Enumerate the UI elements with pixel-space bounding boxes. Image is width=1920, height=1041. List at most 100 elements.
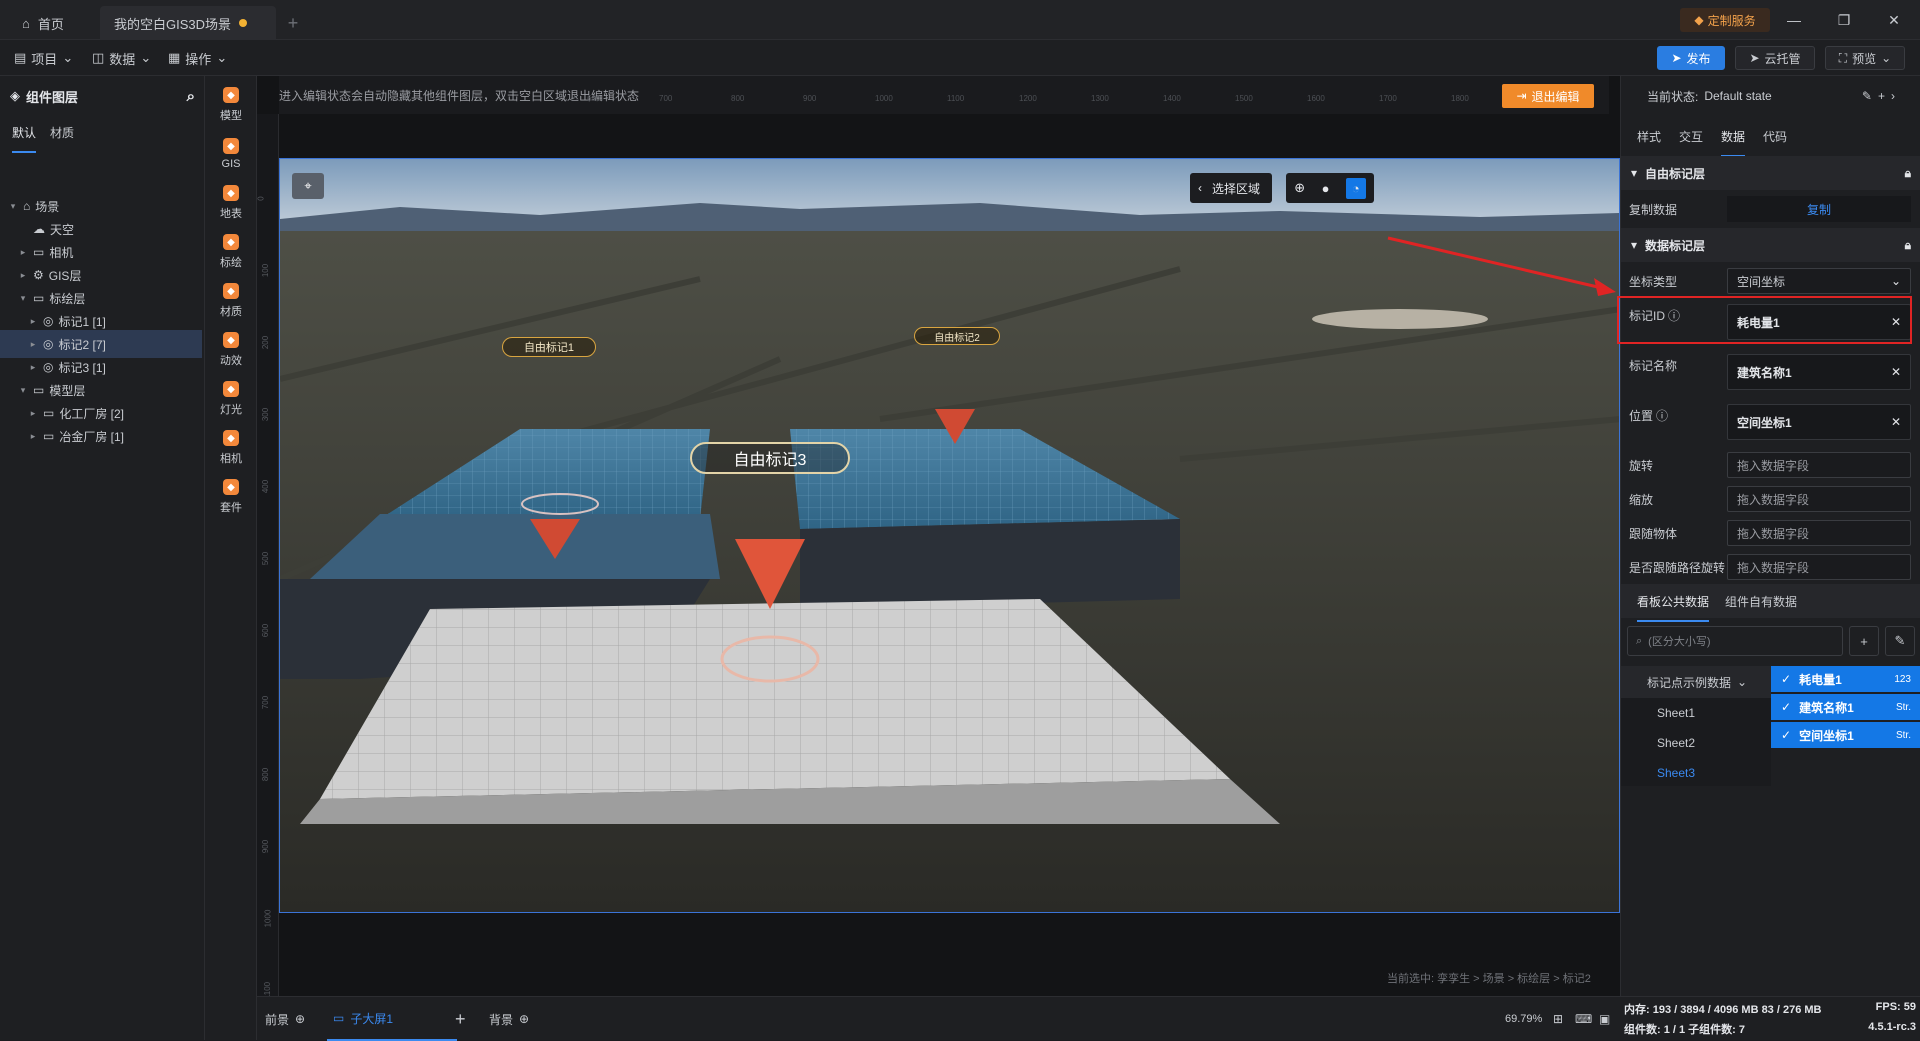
add-screen-button[interactable]: + [455, 997, 466, 1041]
scene-render [280, 159, 1619, 912]
cloud-hosting-button[interactable]: ➤ 云托管 [1735, 46, 1815, 70]
free-marker-3-label[interactable]: 自由标记3 [690, 442, 850, 474]
free-marker-1-label[interactable]: 自由标记1 [502, 337, 596, 357]
menu-data[interactable]: ◫ 数据 ⌄ [92, 40, 151, 76]
caret-icon[interactable]: ▸ [28, 431, 38, 442]
ruler-tick-label: 1100 [947, 94, 965, 103]
field-item-3[interactable]: ✓ 空间坐标1 Str. [1771, 722, 1920, 748]
caret-icon[interactable]: ▸ [28, 408, 38, 419]
tab-code[interactable]: 代码 [1763, 128, 1787, 145]
sheet-item-1[interactable]: Sheet1 [1621, 698, 1771, 728]
search-icon[interactable]: ⌕ [187, 88, 195, 105]
field-item-2[interactable]: ✓ 建筑名称1 Str. [1771, 694, 1920, 720]
scale-dropzone[interactable]: 拖入数据字段 [1727, 486, 1911, 512]
title-bar: ⌂ 首页 我的空白GIS3D场景 + ◆ 定制服务 — ❐ ✕ [0, 0, 1920, 40]
sphere-icon[interactable]: ● [1322, 181, 1330, 196]
ruler-tick-label: 100 [261, 263, 271, 278]
publish-button[interactable]: ➤ 发布 [1657, 46, 1725, 70]
tab-own-data[interactable]: 组件自有数据 [1725, 593, 1797, 610]
caret-icon[interactable]: ▸ [28, 362, 38, 373]
layer-tree-item[interactable]: ▸ ▭ 冶金厂房 [1] [0, 422, 202, 450]
terminal-icon[interactable]: ▣ [1599, 997, 1610, 1041]
ruler-tick-label: 900 [261, 839, 271, 854]
follow-dropzone[interactable]: 拖入数据字段 [1727, 520, 1911, 546]
follow-path-dropzone[interactable]: 拖入数据字段 [1727, 554, 1911, 580]
editor-canvas[interactable]: 进入编辑状态会自动隐藏其他组件图层，双击空白区域退出编辑状态 ⇥ 退出编辑 0 10… [257, 76, 1620, 999]
tab-home[interactable]: ⌂ 首页 [8, 6, 92, 40]
help-icon[interactable]: ⓘ [1656, 407, 1668, 424]
custom-service-button[interactable]: ◆ 定制服务 [1680, 8, 1770, 32]
menu-operate-label: 操作 [185, 51, 212, 67]
caret-icon[interactable]: ▾ [18, 385, 28, 396]
section-free-marker[interactable]: ▾ 自由标记层 🔒︎ [1621, 156, 1920, 190]
menu-project-label: 项目 [31, 51, 58, 67]
field-search-input[interactable]: ⌕ (区分大小写) [1627, 626, 1843, 656]
add-circle-icon[interactable]: ⊕ [519, 1012, 529, 1026]
caret-icon[interactable]: ▸ [28, 316, 38, 327]
sheet-item-2[interactable]: Sheet2 [1621, 728, 1771, 758]
menu-project[interactable]: ▤ 项目 ⌄ [14, 40, 73, 76]
add-data-button[interactable]: + [1849, 626, 1879, 656]
preview-button[interactable]: ⛶ 预览 ⌄ [1825, 46, 1905, 70]
caret-icon[interactable]: ▾ [18, 293, 28, 304]
camera-icon: ◆ [223, 430, 239, 446]
close-window-button[interactable]: ✕ [1872, 0, 1916, 40]
section-data-marker[interactable]: ▾ 数据标记层 🔒︎ [1621, 228, 1920, 262]
select-area-button[interactable]: ‹ 选择区域 [1190, 173, 1272, 203]
edit-data-button[interactable]: ✎ [1885, 626, 1915, 656]
rotate-dropzone[interactable]: 拖入数据字段 [1727, 452, 1911, 478]
menu-operate[interactable]: ▦ 操作 ⌄ [168, 40, 227, 76]
search-icon: ⌕ [1636, 634, 1643, 647]
tool-kit[interactable]: ◆ 套件 [205, 468, 257, 526]
dataset-list: 标记点示例数据 ⌄ Sheet1 Sheet2 Sheet3 [1621, 666, 1771, 786]
maximize-button[interactable]: ❐ [1822, 0, 1866, 40]
follow-path-row: 是否跟随路径旋转 拖入数据字段 [1621, 550, 1920, 584]
caret-icon[interactable]: ▸ [28, 339, 38, 350]
close-icon[interactable]: ✕ [1891, 365, 1901, 379]
sky-icon: ☁ [33, 222, 45, 236]
3d-scene-viewport[interactable]: ⌖ ‹ 选择区域 ⊕ ● ◔ 自由标记1 自由标记2 自由标记3 [279, 158, 1620, 913]
add-circle-icon[interactable]: ⊕ [295, 1012, 305, 1026]
keyboard-icon[interactable]: ⌨ [1575, 997, 1592, 1041]
dataset-item[interactable]: 标记点示例数据 ⌄ [1621, 666, 1771, 698]
mark-name-field[interactable]: 建筑名称1 ✕ [1727, 354, 1911, 390]
coord-type-select[interactable]: 空间坐标 ⌄ [1727, 268, 1911, 294]
copy-button[interactable]: 复制 [1727, 196, 1911, 222]
tab-public-data[interactable]: 看板公共数据 [1637, 593, 1710, 622]
tab-sub-screen[interactable]: ▭ 子大屏1 [327, 997, 457, 1041]
sheet-item-3[interactable]: Sheet3 [1621, 758, 1771, 788]
tab-style[interactable]: 样式 [1637, 128, 1661, 145]
tab-foreground[interactable]: 前景 ⊕ [265, 997, 305, 1041]
lock-icon[interactable]: 🔒︎ [1905, 166, 1911, 181]
chevron-right-icon[interactable]: › [1891, 89, 1895, 103]
ruler-tick-label: 1700 [1379, 94, 1397, 103]
position-field[interactable]: 空间坐标1 ✕ [1727, 404, 1911, 440]
ruler-tick-label: 700 [261, 695, 271, 710]
tab-default[interactable]: 默认 [12, 124, 37, 153]
caret-icon[interactable]: ▸ [18, 247, 28, 258]
free-marker-2-label[interactable]: 自由标记2 [914, 327, 1000, 345]
lock-icon[interactable]: 🔒︎ [1905, 238, 1911, 253]
orbit-icon[interactable]: ◔ [1345, 177, 1366, 199]
minimize-button[interactable]: — [1772, 0, 1816, 40]
tab-background[interactable]: 背景 ⊕ [489, 997, 529, 1041]
tab-scene[interactable]: 我的空白GIS3D场景 [100, 6, 276, 40]
globe-icon[interactable]: ⊕ [1294, 180, 1305, 196]
field-item-1[interactable]: ✓ 耗电量1 123 [1771, 666, 1920, 692]
tab-material[interactable]: 材质 [50, 124, 74, 141]
state-value[interactable]: Default state [1704, 89, 1771, 103]
new-tab-button[interactable]: + [276, 6, 310, 40]
tool-label: 标绘 [220, 257, 242, 269]
location-pin-icon[interactable]: ⌖ [292, 173, 324, 199]
folder-icon: ▭ [33, 245, 45, 259]
fit-screen-icon[interactable]: ⊞ [1553, 997, 1563, 1041]
zoom-level: 69.79% [1505, 1013, 1543, 1025]
exit-edit-button[interactable]: ⇥ 退出编辑 [1502, 84, 1594, 108]
close-icon[interactable]: ✕ [1891, 415, 1901, 429]
tab-data[interactable]: 数据 [1721, 128, 1746, 157]
tab-interaction[interactable]: 交互 [1679, 128, 1703, 145]
caret-icon[interactable]: ▾ [8, 201, 18, 212]
edit-icon[interactable]: ✎ [1862, 89, 1872, 103]
plus-icon[interactable]: + [1878, 89, 1885, 103]
caret-icon[interactable]: ▸ [18, 270, 28, 281]
